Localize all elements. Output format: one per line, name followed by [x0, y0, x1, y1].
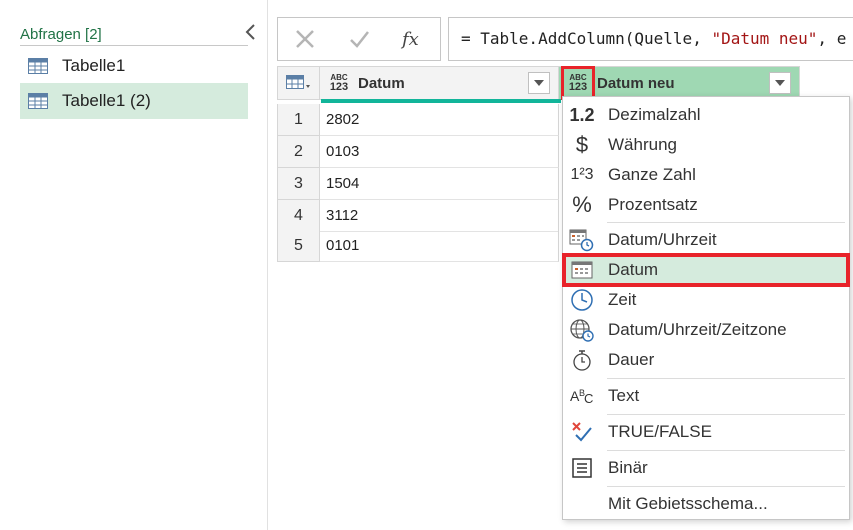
svg-text:C: C	[584, 391, 593, 406]
menu-separator	[607, 222, 845, 223]
menu-item-label: Zeit	[608, 290, 637, 309]
menu-item-binary[interactable]: Binär	[564, 453, 848, 483]
data-type-menu: 1.2 Dezimalzahl $ Währung 1²3 Ganze Zahl…	[562, 96, 850, 520]
menu-item-label: Prozentsatz	[608, 195, 698, 214]
menu-item-label: Datum/Uhrzeit	[608, 230, 717, 249]
formula-input[interactable]: = Table.AddColumn(Quelle, "Datum neu", e	[448, 17, 853, 61]
currency-icon: $	[575, 132, 589, 157]
menu-separator	[607, 378, 845, 379]
menu-separator	[607, 450, 845, 451]
menu-item-label: Binär	[608, 458, 648, 477]
formula-string: "Datum neu"	[711, 29, 818, 48]
formula-buttons: fx	[277, 17, 441, 61]
percent-icon: %	[572, 192, 592, 217]
menu-item-time[interactable]: Zeit	[564, 285, 848, 315]
menu-separator	[607, 486, 845, 487]
row-number[interactable]: 4	[277, 200, 320, 232]
table-cell[interactable]: 2802	[320, 104, 559, 136]
datetimezone-icon	[566, 315, 598, 345]
cancel-icon[interactable]	[290, 24, 320, 54]
table-icon	[28, 93, 48, 109]
table-icon	[28, 58, 48, 74]
queries-pane: Abfragen [2] Tabelle1 Tabelle1 (2)	[0, 0, 268, 530]
binary-icon	[566, 453, 598, 483]
collapse-pane-icon[interactable]	[242, 22, 260, 42]
row-number[interactable]: 1	[277, 104, 320, 136]
query-item-tabelle1[interactable]: Tabelle1	[20, 48, 248, 84]
menu-item-label: TRUE/FALSE	[608, 422, 712, 441]
menu-item-percent[interactable]: % Prozentsatz	[564, 190, 848, 220]
any-type-icon[interactable]: ABC 123	[561, 66, 595, 100]
type-icon-bottom: 123	[568, 81, 588, 93]
menu-item-datetimezone[interactable]: Datum/Uhrzeit/Zeitzone	[564, 315, 848, 345]
column-quality-bar	[321, 99, 561, 103]
column-header-datum-neu[interactable]: ABC 123 Datum neu	[559, 66, 800, 100]
column-title: Datum	[358, 74, 405, 92]
svg-text:fx: fx	[400, 29, 419, 50]
whole-number-icon: 1²3	[570, 166, 594, 183]
table-cell[interactable]: 3112	[320, 200, 559, 232]
row-number[interactable]: 2	[277, 136, 320, 168]
menu-item-decimal[interactable]: 1.2 Dezimalzahl	[564, 100, 848, 130]
decimal-icon: 1.2	[569, 104, 595, 125]
fx-icon[interactable]: fx	[398, 24, 428, 54]
menu-item-whole-number[interactable]: 1²3 Ganze Zahl	[564, 160, 848, 190]
table-cell[interactable]: 0103	[320, 136, 559, 168]
row-number[interactable]: 5	[277, 230, 320, 262]
menu-separator	[607, 414, 845, 415]
chevron-down-icon	[534, 80, 544, 86]
menu-item-label: Mit Gebietsschema...	[608, 494, 768, 513]
table-cell[interactable]: 0101	[320, 230, 559, 262]
date-icon	[566, 255, 598, 285]
row-number[interactable]: 3	[277, 168, 320, 200]
duration-icon	[566, 345, 598, 375]
menu-item-text[interactable]: A B C Text	[564, 381, 848, 411]
table-menu-button[interactable]	[277, 66, 320, 100]
time-icon	[566, 285, 598, 315]
true-false-icon	[566, 417, 598, 447]
menu-item-label: Datum/Uhrzeit/Zeitzone	[608, 320, 787, 339]
chevron-down-icon	[775, 80, 785, 86]
query-item-label: Tabelle1 (2)	[62, 91, 151, 110]
menu-item-label: Dezimalzahl	[608, 105, 701, 124]
menu-item-label: Dauer	[608, 350, 655, 369]
menu-item-label: Währung	[608, 135, 677, 154]
menu-item-true-false[interactable]: TRUE/FALSE	[564, 417, 848, 447]
query-item-label: Tabelle1	[62, 56, 126, 75]
filter-dropdown-button[interactable]	[769, 72, 791, 94]
table-cell[interactable]: 1504	[320, 168, 559, 200]
menu-item-using-locale[interactable]: Mit Gebietsschema...	[564, 489, 848, 519]
queries-header: Abfragen [2]	[20, 24, 248, 46]
menu-item-date[interactable]: Datum	[562, 253, 850, 287]
filter-dropdown-button[interactable]	[528, 72, 550, 94]
menu-item-datetime[interactable]: Datum/Uhrzeit	[564, 225, 848, 255]
confirm-icon[interactable]	[344, 24, 374, 54]
column-title: Datum neu	[597, 74, 675, 92]
menu-item-label: Text	[608, 386, 640, 405]
menu-item-label: Datum	[608, 260, 659, 279]
query-item-tabelle1-2[interactable]: Tabelle1 (2)	[20, 83, 248, 119]
formula-suffix: , e	[817, 29, 847, 48]
menu-item-currency[interactable]: $ Währung	[564, 130, 848, 160]
menu-item-label: Ganze Zahl	[608, 165, 696, 184]
type-icon-bottom: 123	[329, 81, 349, 93]
formula-prefix: = Table.AddColumn(Quelle,	[461, 29, 712, 48]
column-header-datum[interactable]: ABC 123 Datum	[320, 66, 559, 100]
table-menu-icon	[285, 75, 310, 89]
any-type-icon[interactable]: ABC 123	[326, 70, 352, 96]
menu-item-spacer	[566, 489, 598, 519]
datetime-icon	[566, 225, 598, 255]
text-icon: A B C	[566, 381, 598, 411]
menu-item-duration[interactable]: Dauer	[564, 345, 848, 375]
